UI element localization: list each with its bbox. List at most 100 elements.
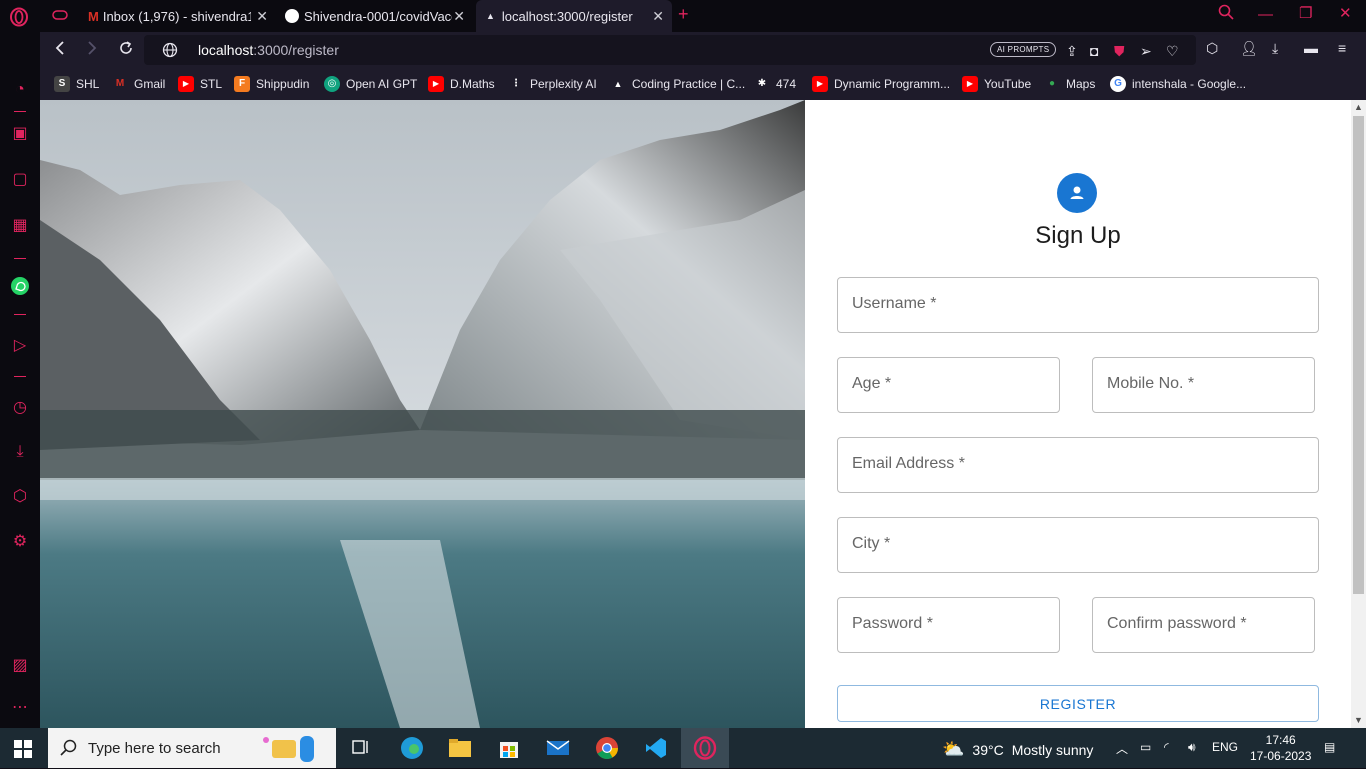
windows-start-icon[interactable] — [14, 740, 32, 763]
close-window-button[interactable]: ✕ — [1339, 4, 1352, 22]
vscode-icon[interactable] — [644, 736, 668, 760]
scroll-thumb[interactable] — [1353, 116, 1364, 594]
gallery-icon[interactable]: ▨ — [10, 656, 30, 676]
whatsapp-icon[interactable] — [10, 276, 30, 296]
bookmark-gmail[interactable]: M Gmail — [112, 76, 166, 92]
bookmark-youtube[interactable]: ▶ YouTube — [962, 76, 1031, 92]
easy-setup-icon[interactable]: ≡ — [1338, 40, 1346, 56]
bookmark-dynamic-programming[interactable]: ▶ Dynamic Programm... — [812, 76, 950, 92]
forward-button[interactable] — [86, 40, 98, 61]
perplexity-icon: ⋮ — [511, 78, 521, 89]
close-icon[interactable]: ✕ — [652, 8, 664, 25]
bookmark-shl[interactable]: S SHL — [54, 76, 99, 92]
camera-icon[interactable]: ◘ — [1090, 43, 1098, 59]
bookmark-coding-practice[interactable]: ▲ Coding Practice | C... — [610, 76, 746, 92]
bookmark-shippudin[interactable]: F Shippudin — [234, 76, 309, 92]
url-bar[interactable]: localhost:3000/register AI PROMPTS ⇪ ◘ ⛊… — [144, 35, 1196, 65]
history-icon[interactable]: ◷ — [10, 398, 30, 418]
send-icon[interactable]: ➢ — [1140, 43, 1152, 60]
taskbar-search[interactable]: Type here to search — [48, 728, 336, 768]
email-field[interactable]: Email Address * — [837, 437, 1319, 493]
clock[interactable]: 17:46 17-06-2023 — [1250, 732, 1311, 764]
download-icon[interactable]: ⤓ — [1272, 40, 1278, 57]
downloads-icon[interactable]: ⤓ — [10, 442, 30, 462]
shield-icon[interactable]: ⛊ — [1114, 43, 1125, 60]
language-indicator[interactable]: ENG — [1212, 740, 1238, 754]
task-view-icon[interactable] — [350, 736, 374, 760]
email-label: Email Address * — [852, 455, 965, 472]
bookmark-perplexity[interactable]: ⋮ Perplexity AI — [508, 76, 597, 92]
tab-gmail[interactable]: M Inbox (1,976) - shivendra18 ✕ — [80, 0, 276, 32]
mail-icon[interactable] — [546, 736, 570, 760]
confirm-password-label: Confirm password * — [1107, 615, 1247, 632]
bookmark-stl[interactable]: ▶ STL — [178, 76, 222, 92]
new-tab-button[interactable]: + — [678, 4, 689, 25]
search-icon[interactable] — [1218, 4, 1234, 24]
chrome-icon[interactable] — [595, 736, 619, 760]
ai-prompts-button[interactable]: AI PROMPTS — [990, 42, 1057, 57]
opera-logo-icon[interactable] — [8, 6, 30, 28]
restore-button[interactable]: ❐ — [1299, 4, 1312, 22]
close-icon[interactable]: ✕ — [453, 8, 465, 25]
bookmark-label: 474 — [776, 77, 797, 91]
globe-icon — [162, 42, 178, 63]
page-scrollbar[interactable]: ▲ ▼ — [1351, 100, 1366, 728]
bag-icon[interactable]: ▣ — [10, 124, 30, 144]
share-icon[interactable]: ⇪ — [1066, 43, 1078, 60]
url-text[interactable]: localhost:3000/register — [198, 42, 339, 58]
city-field[interactable]: City * — [837, 517, 1319, 573]
settings-icon[interactable]: ⚙ — [10, 532, 30, 552]
bookmark-474[interactable]: ✱ 474 — [754, 76, 796, 92]
file-explorer-icon[interactable] — [448, 736, 472, 760]
tab-github[interactable]: Shivendra-0001/covidVacci ✕ — [277, 0, 473, 32]
gamepad-icon[interactable] — [52, 8, 68, 27]
confirm-password-field[interactable]: Confirm password * — [1092, 597, 1315, 653]
sun-cloud-icon: ⛅ — [942, 739, 965, 759]
bookmark-openai[interactable]: ◎ Open AI GPT — [324, 76, 417, 92]
signup-form: Sign Up Username * Age * Mobile No. * Em… — [805, 100, 1351, 728]
opera-taskbar-button[interactable] — [681, 728, 729, 768]
reload-button[interactable] — [118, 40, 134, 61]
cube-icon[interactable]: ⬡ — [10, 487, 30, 507]
clock-time: 17:46 — [1265, 733, 1296, 747]
opera-icon — [693, 736, 717, 765]
bookmark-dmaths[interactable]: ▶ D.Maths — [428, 76, 495, 92]
battery-icon[interactable]: ▭ — [1140, 740, 1151, 754]
minimize-button[interactable]: — — [1258, 6, 1273, 23]
notifications-icon[interactable]: ▤ — [1324, 740, 1335, 754]
heart-icon[interactable]: ♡ — [1166, 43, 1179, 60]
bookmark-label: intenshala - Google... — [1132, 77, 1247, 91]
close-icon[interactable]: ✕ — [256, 8, 268, 25]
weather-widget[interactable]: ⛅ 39°C Mostly sunny — [942, 739, 1093, 760]
age-field[interactable]: Age * — [837, 357, 1060, 413]
sidebar-divider — [14, 314, 26, 315]
password-label: Password * — [852, 615, 933, 632]
register-button[interactable]: REGISTER — [837, 685, 1319, 722]
microsoft-store-icon[interactable] — [497, 736, 521, 760]
password-field[interactable]: Password * — [837, 597, 1060, 653]
back-button[interactable] — [54, 40, 66, 61]
more-icon[interactable]: ⋯ — [10, 698, 30, 718]
player-icon[interactable]: ▷ — [10, 336, 30, 356]
sidebar-divider — [14, 258, 26, 259]
tab-title: Shivendra-0001/covidVacci — [304, 8, 452, 24]
chevron-up-icon[interactable]: ︿ — [1116, 740, 1128, 757]
wifi-icon[interactable]: ◜ — [1164, 740, 1169, 754]
scroll-up-icon[interactable]: ▲ — [1354, 103, 1363, 112]
bookmark-maps[interactable]: ● Maps — [1044, 76, 1095, 92]
profile-icon[interactable]: 👤︎ — [1240, 40, 1258, 57]
speed-dial-icon[interactable]: ◔ — [10, 80, 30, 100]
chip-icon[interactable]: ▦ — [10, 216, 30, 236]
battery-saver-icon[interactable]: ▬ — [1304, 40, 1318, 56]
tab-register[interactable]: ▲ localhost:3000/register ✕ — [476, 0, 672, 32]
edge-icon[interactable] — [400, 736, 424, 760]
scroll-down-icon[interactable]: ▼ — [1354, 716, 1363, 725]
twitch-icon[interactable]: ▢ — [10, 170, 30, 190]
search-icon — [60, 739, 78, 762]
mobile-field[interactable]: Mobile No. * — [1092, 357, 1315, 413]
username-field[interactable]: Username * — [837, 277, 1319, 333]
youtube-icon: ▶ — [428, 76, 444, 92]
volume-icon[interactable]: 🔊︎ — [1188, 740, 1196, 755]
extensions-cube-icon[interactable]: ⬡ — [1206, 40, 1218, 57]
bookmark-intenshala[interactable]: Gintenshala - Google... — [1110, 76, 1246, 92]
